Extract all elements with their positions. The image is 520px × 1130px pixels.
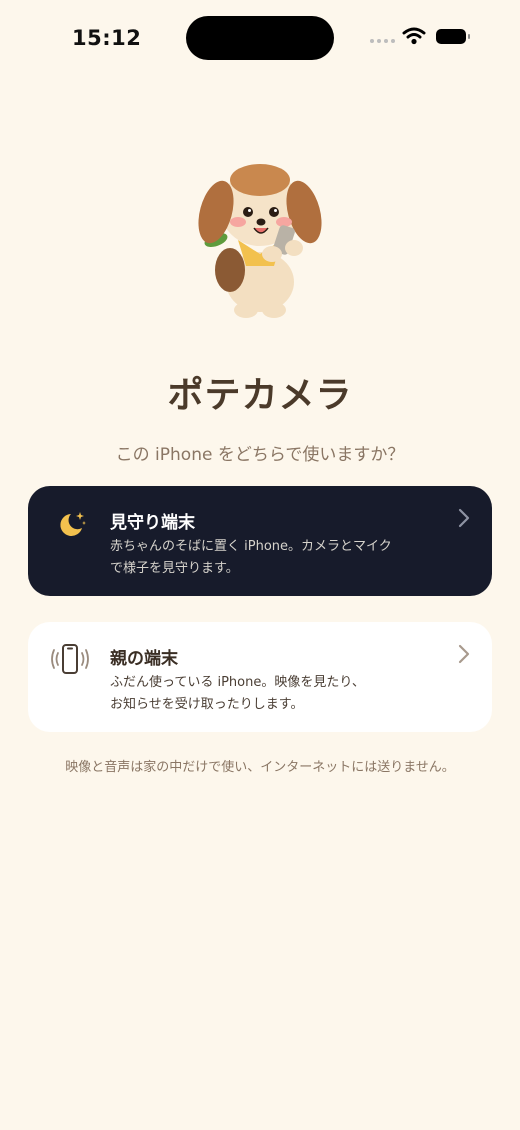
monitor-option-description: 赤ちゃんのそばに置く iPhone。カメラとマイク で様子を見守ります。	[110, 539, 392, 576]
status-time: 15:12	[72, 26, 142, 50]
wifi-icon	[402, 27, 426, 45]
app-title: ポテカメラ	[167, 375, 353, 416]
signal-dots-icon	[370, 39, 395, 43]
device-question: この iPhone をどちらで使いますか？	[115, 445, 405, 465]
chevron-right-icon	[458, 508, 470, 528]
phone-vibrate-icon	[51, 644, 89, 674]
chevron-right-icon	[458, 644, 470, 664]
monitor-device-option[interactable]: 見守り端末 赤ちゃんのそばに置く iPhone。カメラとマイク で様子を見守りま…	[28, 486, 492, 596]
puppy-mascot-illustration	[198, 164, 322, 318]
privacy-note: 映像と音声は家の中だけで使い、インターネットには送りません。	[65, 760, 455, 775]
dynamic-island	[186, 16, 334, 60]
parent-option-description: ふだん使っている iPhone。映像を見たり、 お知らせを受け取ったりします。	[110, 675, 365, 712]
battery-icon	[436, 29, 470, 44]
moon-stars-icon	[60, 512, 86, 536]
monitor-option-title: 見守り端末	[110, 513, 195, 533]
parent-device-option[interactable]: 親の端末 ふだん使っている iPhone。映像を見たり、 お知らせを受け取ったり…	[28, 622, 492, 732]
parent-option-title: 親の端末	[110, 649, 178, 669]
status-bar: 15:12	[0, 0, 520, 76]
